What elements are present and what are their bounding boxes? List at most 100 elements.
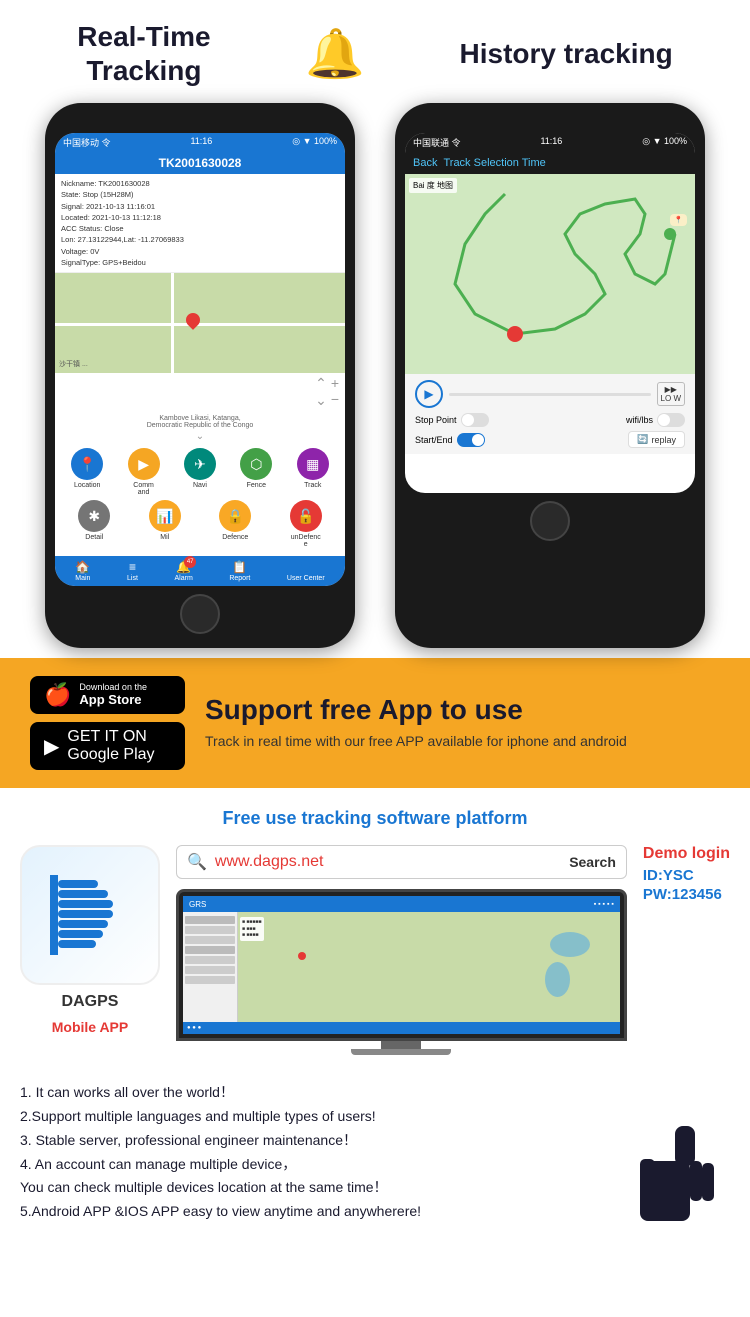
startend-toggle-switch[interactable]: [457, 433, 485, 447]
screen2-icons: ◎ ▼ 100%: [642, 136, 687, 149]
search-bar: 🔍 www.dagps.net Search: [176, 845, 627, 879]
nav-report[interactable]: 📋 Report: [229, 560, 250, 582]
title-history: History tracking: [460, 38, 673, 70]
track-svg: [405, 174, 695, 364]
nav-user[interactable]: 👤 User Center: [287, 560, 325, 582]
info-line-6: Lon: 27.13122944,Lat: -11.27069833: [61, 234, 339, 245]
thumbsup-svg: [630, 1111, 730, 1231]
info-line-3: Signal: 2021-10-13 11:16:01: [61, 201, 339, 212]
support-headline: Support free App to use: [205, 694, 627, 726]
nav-alarm[interactable]: 🔔 47 Alarm: [175, 560, 193, 582]
search-button[interactable]: Search: [569, 854, 616, 870]
start-end-toggle: Start/End: [415, 433, 485, 447]
phone2-screen: 中国联通 令 11:16 ◎ ▼ 100% Back Track Selecti…: [405, 133, 695, 493]
btn-location[interactable]: 📍 Location: [71, 448, 103, 496]
app-store-text: Download on the App Store: [79, 683, 147, 708]
info-line-2: State: Stop (15H28M): [61, 189, 339, 200]
monitor-left-panel: [183, 912, 238, 1022]
top-section: Real-Time Tracking 🔔 History tracking 中国…: [0, 0, 750, 658]
feature-4: 4. An account can manage multiple device…: [20, 1153, 620, 1177]
platform-section: Free use tracking software platform DAGP…: [0, 788, 750, 1065]
screen2-track-title: Track Selection Time: [443, 157, 545, 169]
screen1-header: TK2001630028: [55, 152, 345, 174]
app-store-button[interactable]: 🍎 Download on the App Store: [30, 676, 185, 714]
feature-5: You can check multiple devices location …: [20, 1176, 620, 1200]
back-btn[interactable]: Back: [413, 157, 437, 169]
location-text: Kambove Likasi, Katanga,Democratic Repub…: [55, 411, 345, 431]
wifi-lbs-toggle: wifi/lbs: [626, 413, 685, 427]
google-play-button[interactable]: ▶ GET IT ON Google Play: [30, 722, 185, 770]
nav-list[interactable]: ≡ List: [127, 560, 138, 582]
screen1-info: Nickname: TK2001630028 State: Stop (15H2…: [55, 174, 345, 273]
phone1-screen: 中国移动 令 11:16 ◎ ▼ 100% TK2001630028 Nickn…: [55, 133, 345, 586]
screen2-controls: ▶ ▶▶ LO W Stop Point: [405, 374, 695, 454]
chevron-down: ⌄: [55, 431, 345, 442]
monitor-body: ■ ■■■■■■ ■■■■ ■■■■: [183, 912, 620, 1022]
mobile-app-label: Mobile APP: [52, 1019, 129, 1035]
info-line-1: Nickname: TK2001630028: [61, 178, 339, 189]
wifi-toggle-switch[interactable]: [657, 413, 685, 427]
playback-control-row: ▶ ▶▶ LO W: [415, 380, 685, 408]
info-line-7: Voltage: 0V: [61, 246, 339, 257]
btn-track[interactable]: ▦ Track: [297, 448, 329, 496]
screen2-time: 11:16: [540, 136, 562, 149]
phone2-home-btn[interactable]: [530, 501, 570, 541]
phone2-notch: [510, 117, 590, 127]
map-marker: [183, 310, 203, 330]
phones-row: 中国移动 令 11:16 ◎ ▼ 100% TK2001630028 Nickn…: [30, 103, 720, 648]
screen1-statusbar: 中国移动 令 11:16 ◎ ▼ 100%: [55, 133, 345, 152]
phone1-home-btn[interactable]: [180, 594, 220, 634]
info-line-8: SignalType: GPS+Beidou: [61, 257, 339, 268]
progress-bar[interactable]: [449, 393, 651, 396]
screen2-carrier: 中国联通 令: [413, 136, 461, 149]
monitor-frame: GRS ▪ ▪ ▪ ▪ ▪: [176, 889, 627, 1041]
platform-right: 🔍 www.dagps.net Search GRS ▪ ▪ ▪ ▪ ▪: [176, 845, 627, 1055]
toggle-row-1: Stop Point wifi/lbs: [415, 413, 685, 427]
screen2-header: Back Track Selection Time: [405, 152, 695, 174]
dagps-logo-svg: [40, 865, 140, 965]
screen1-time: 11:16: [190, 136, 212, 149]
btn-row-1: 📍 Location ▶ Command ✈ Navi ⬡: [59, 448, 341, 496]
screen1-carrier: 中国移动 令: [63, 136, 111, 149]
app-logo-area: DAGPS Mobile APP: [20, 845, 160, 1035]
nav-main[interactable]: 🏠 Main: [75, 560, 90, 582]
feature-6: 5.Android APP &IOS APP easy to view anyt…: [20, 1200, 620, 1224]
alarm-badge: 47: [184, 556, 196, 568]
demo-info: Demo login ID:YSC PW:123456: [643, 845, 730, 903]
btn-defence[interactable]: 🔒 Defence: [219, 500, 251, 548]
store-buttons: 🍎 Download on the App Store ▶ GET IT ON …: [30, 676, 185, 770]
search-icon: 🔍: [187, 852, 207, 872]
location-box: 📍: [670, 214, 687, 226]
screen1-navbar: 🏠 Main ≡ List 🔔 47 Alarm: [55, 556, 345, 586]
stop-point-toggle: Stop Point: [415, 413, 489, 427]
btn-row-2: ✱ Detail 📊 Mil 🔒 Defence 🔓: [59, 500, 341, 548]
btn-detail[interactable]: ✱ Detail: [78, 500, 110, 548]
selection-time: Selection Time: [474, 157, 546, 169]
btn-navi[interactable]: ✈ Navi: [184, 448, 216, 496]
title-realtime: Real-Time Tracking: [77, 20, 210, 87]
screen1-icons: ◎ ▼ 100%: [292, 136, 337, 149]
screen2-map: Bai 度 地图 📍: [405, 174, 695, 374]
monitor-bottombar: ● ● ●: [183, 1022, 620, 1034]
play-button[interactable]: ▶: [415, 380, 443, 408]
demo-id: ID:YSC: [643, 867, 730, 884]
btn-fence[interactable]: ⬡ Fence: [240, 448, 272, 496]
toggle-row-2: Start/End 🔄 replay: [415, 431, 685, 448]
top-titles: Real-Time Tracking 🔔 History tracking: [30, 20, 720, 87]
replay-button[interactable]: 🔄 replay: [628, 431, 685, 448]
screen1-map: 沙干镇 ...: [55, 273, 345, 373]
feature-2: 2.Support multiple languages and multipl…: [20, 1105, 620, 1129]
platform-content: DAGPS Mobile APP 🔍 www.dagps.net Search …: [20, 845, 730, 1055]
info-line-5: ACC Status: Close: [61, 223, 339, 234]
screen1-buttons: 📍 Location ▶ Command ✈ Navi ⬡: [55, 442, 345, 556]
monitor-topbar: GRS ▪ ▪ ▪ ▪ ▪: [183, 896, 620, 912]
yellow-band: 🍎 Download on the App Store ▶ GET IT ON …: [0, 658, 750, 788]
phone2-mockup: 中国联通 令 11:16 ◎ ▼ 100% Back Track Selecti…: [395, 103, 705, 648]
phone1-notch: [160, 117, 240, 127]
btn-undefence[interactable]: 🔓 unDefence: [290, 500, 322, 548]
stop-toggle-switch[interactable]: [461, 413, 489, 427]
btn-command[interactable]: ▶ Command: [128, 448, 160, 496]
screen2-statusbar: 中国联通 令 11:16 ◎ ▼ 100%: [405, 133, 695, 152]
btn-mil[interactable]: 📊 Mil: [149, 500, 181, 548]
search-url: www.dagps.net: [215, 853, 561, 871]
